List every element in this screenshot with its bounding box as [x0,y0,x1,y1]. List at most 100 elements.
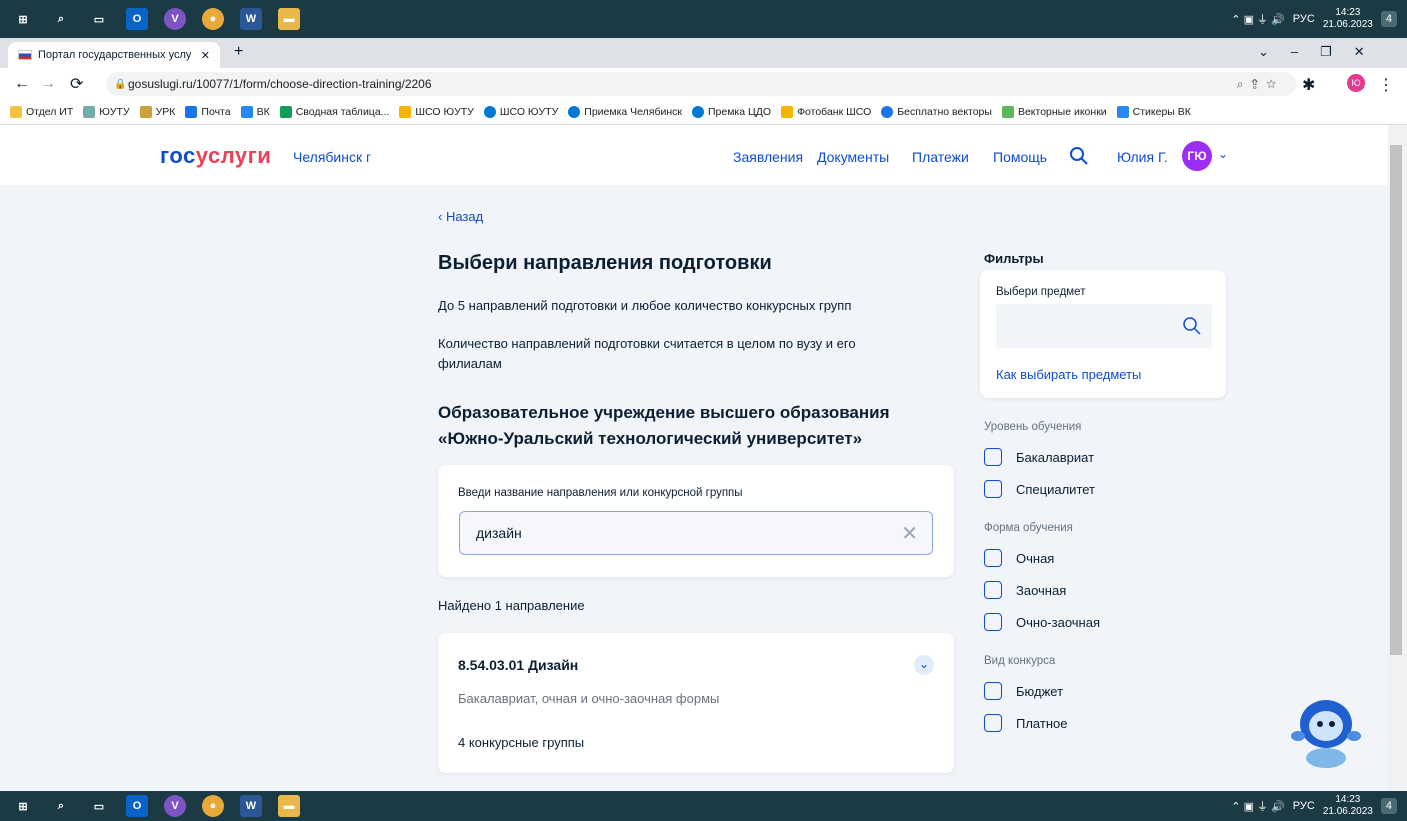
nav-payments[interactable]: Платежи [912,149,969,165]
task-view-icon[interactable]: ▭ [88,795,110,817]
search-card: Введи название направления или конкурсно… [438,465,954,577]
avatar[interactable]: ГЮ [1182,141,1212,171]
subject-label: Выбери предмет [996,286,1086,298]
checkbox-budget[interactable] [984,682,1002,700]
extensions-icon[interactable]: ✱ [1302,75,1315,95]
bookmark[interactable]: УРК [139,106,175,118]
search-label: Введи название направления или конкурсно… [458,487,743,499]
chrome-icon[interactable]: ● [202,8,224,30]
bookmark[interactable]: Фотобанк ШСО [781,106,871,118]
window-controls[interactable]: ⌄–❐✕ [1258,44,1387,60]
note-limit: До 5 направлений подготовки и любое коли… [438,298,852,313]
contest-label: Вид конкурса [984,655,1056,667]
tray-icons[interactable]: ⌃ ▣ ⏚ 🔊 [1231,798,1284,814]
bookmark[interactable]: ШСО ЮУТУ [399,106,474,118]
university-name: Образовательное учреждение высшего образ… [438,403,890,448]
search-icon[interactable] [1069,146,1089,166]
notifications-icon[interactable]: 4 [1380,798,1397,814]
forward-nav-icon[interactable]: → [40,75,56,93]
checkbox-specialist[interactable] [984,480,1002,498]
bookmark[interactable]: Почта [185,106,231,118]
how-to-choose-link[interactable]: Как выбирать предметы [996,367,1141,382]
lock-icon: 🔒 [114,78,127,90]
checkbox-extramural[interactable] [984,581,1002,599]
checkbox-fulltime[interactable] [984,549,1002,567]
new-tab-button[interactable]: + [234,43,243,61]
browser-tab[interactable]: Портал государственных услуг ✕ [8,42,220,68]
form-label: Форма обучения [984,522,1073,534]
chevron-down-icon[interactable]: ⌄ [1218,147,1228,161]
viber-icon[interactable]: V [164,8,186,30]
option-specialist: Специалитет [1016,482,1096,497]
nav-help[interactable]: Помощь [993,149,1047,165]
bookmark[interactable]: Сводная таблица... [279,106,389,118]
word-icon[interactable]: W [240,795,262,817]
back-nav-icon[interactable]: ← [14,75,30,93]
result-groups: 4 конкурсные группы [458,735,585,750]
expand-chevron-icon[interactable]: ⌄ [914,655,934,675]
chrome-icon[interactable]: ● [202,795,224,817]
url-actions-icons[interactable]: ⌕⇪☆ [1237,77,1284,92]
scroll-thumb[interactable] [1390,145,1402,655]
bookmark[interactable]: ЮУТУ [83,106,130,118]
city-selector[interactable]: Челябинск г [293,149,371,165]
tray-icons[interactable]: ⌃ ▣ ⏚ 🔊 [1231,11,1284,27]
bookmark[interactable]: Стикеры ВК [1116,106,1191,118]
option-extramural: Заочная [1016,583,1067,598]
result-title: 8.54.03.01 Дизайн [458,657,579,673]
windows-taskbar-top: ⊞ ⌕ ▭ O V ● W ▬ ⌃ ▣ ⏚ 🔊 РУС 14:23 21.06.2… [0,0,1407,38]
menu-icon[interactable]: ⋮ [1378,75,1394,95]
clock[interactable]: 14:23 21.06.2023 [1323,794,1373,818]
note-count: Количество направлений подготовки считае… [438,336,856,371]
language-indicator[interactable]: РУС [1293,800,1315,812]
task-view-icon[interactable]: ▭ [88,8,110,30]
profile-icon[interactable]: Ю [1347,74,1365,92]
windows-taskbar-bottom: ⊞ ⌕ ▭ O V ● W ▬ ⌃ ▣ ⏚ 🔊 РУС 14:23 21.06.2… [0,791,1407,821]
bookmark[interactable]: ШСО ЮУТУ [483,106,558,118]
search-icon[interactable] [1182,316,1202,336]
clear-icon[interactable]: ✕ [901,521,918,546]
search-icon[interactable]: ⌕ [50,795,72,817]
close-tab-icon[interactable]: ✕ [201,49,210,62]
outlook-icon[interactable]: O [126,795,148,817]
option-budget: Бюджет [1016,684,1064,699]
option-fulltime: Очная [1016,551,1055,566]
robot-assistant-icon[interactable] [1290,690,1362,770]
browser-tab-bar: Портал государственных услуг ✕ + ⌄–❐✕ [0,38,1407,68]
browser-address-bar: ← → ⟳ 🔒 gosuslugi.ru/10077/1/form/choose… [0,68,1407,100]
back-link[interactable]: ‹ Назад [438,209,483,224]
bookmark[interactable]: Премка ЦДО [691,106,771,118]
explorer-icon[interactable]: ▬ [278,795,300,817]
nav-applications[interactable]: Заявления [733,149,803,165]
search-input[interactable]: дизайн ✕ [459,511,933,555]
favicon-flag-icon [18,50,32,60]
notifications-icon[interactable]: 4 [1380,11,1397,27]
language-indicator[interactable]: РУС [1293,13,1315,25]
checkbox-parttime[interactable] [984,613,1002,631]
result-description: Бакалавриат, очная и очно-заочная формы [458,691,720,706]
url-field[interactable]: 🔒 gosuslugi.ru/10077/1/form/choose-direc… [106,72,1296,96]
explorer-icon[interactable]: ▬ [278,8,300,30]
reload-icon[interactable]: ⟳ [70,74,83,94]
gosuslugi-logo[interactable]: госуслуги [160,143,271,169]
page-scrollbar[interactable] [1388,125,1407,791]
windows-start-icon[interactable]: ⊞ [12,8,34,30]
bookmark[interactable]: Отдел ИТ [10,106,73,118]
nav-documents[interactable]: Документы [817,149,889,165]
checkbox-paid[interactable] [984,714,1002,732]
word-icon[interactable]: W [240,8,262,30]
checkbox-bachelor[interactable] [984,448,1002,466]
subject-search-input[interactable] [996,304,1212,348]
outlook-icon[interactable]: O [126,8,148,30]
bookmark[interactable]: Бесплатно векторы [881,106,992,118]
clock[interactable]: 14:23 21.06.2023 [1323,7,1373,31]
viber-icon[interactable]: V [164,795,186,817]
bookmark[interactable]: ВК [240,106,270,118]
search-icon[interactable]: ⌕ [50,8,72,30]
windows-start-icon[interactable]: ⊞ [12,795,34,817]
user-name[interactable]: Юлия Г. [1117,149,1168,165]
site-header: госуслуги Челябинск г Заявления Документ… [0,125,1388,185]
bookmark[interactable]: Приемка Челябинск [568,106,682,118]
result-card[interactable]: 8.54.03.01 Дизайн ⌄ Бакалавриат, очная и… [438,633,954,773]
bookmark[interactable]: Векторные иконки [1001,106,1107,118]
